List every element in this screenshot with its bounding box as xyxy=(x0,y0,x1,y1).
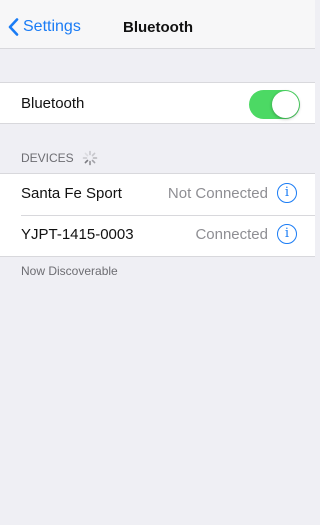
bluetooth-label: Bluetooth xyxy=(21,95,85,112)
bluetooth-settings-screen: Settings Bluetooth Bluetooth DEVICES San… xyxy=(0,0,315,525)
page-title: Bluetooth xyxy=(123,19,193,36)
device-row-santa-fe-sport[interactable]: Santa Fe Sport Not Connected i xyxy=(0,174,315,215)
discoverable-note: Now Discoverable xyxy=(21,264,118,278)
loading-spinner-icon xyxy=(82,150,97,166)
device-status: Not Connected xyxy=(167,185,268,202)
devices-list: Santa Fe Sport Not Connected i YJPT-1415… xyxy=(0,173,315,257)
bluetooth-toggle[interactable] xyxy=(249,90,300,119)
device-name: YJPT-1415-0003 xyxy=(21,226,134,243)
navigation-bar: Settings Bluetooth xyxy=(0,0,315,49)
device-status: Connected xyxy=(195,226,268,243)
chevron-left-icon xyxy=(8,18,19,36)
device-row-yjpt-1415-0003[interactable]: YJPT-1415-0003 Connected i xyxy=(0,215,315,256)
devices-section-header: DEVICES xyxy=(21,150,98,166)
info-icon[interactable]: i xyxy=(277,183,297,203)
back-button-label: Settings xyxy=(23,18,81,35)
toggle-knob xyxy=(272,91,299,118)
info-icon[interactable]: i xyxy=(277,224,297,244)
back-button[interactable]: Settings xyxy=(8,18,81,36)
bluetooth-toggle-row: Bluetooth xyxy=(0,82,315,124)
devices-header-label: DEVICES xyxy=(21,151,74,165)
device-name: Santa Fe Sport xyxy=(21,185,122,202)
